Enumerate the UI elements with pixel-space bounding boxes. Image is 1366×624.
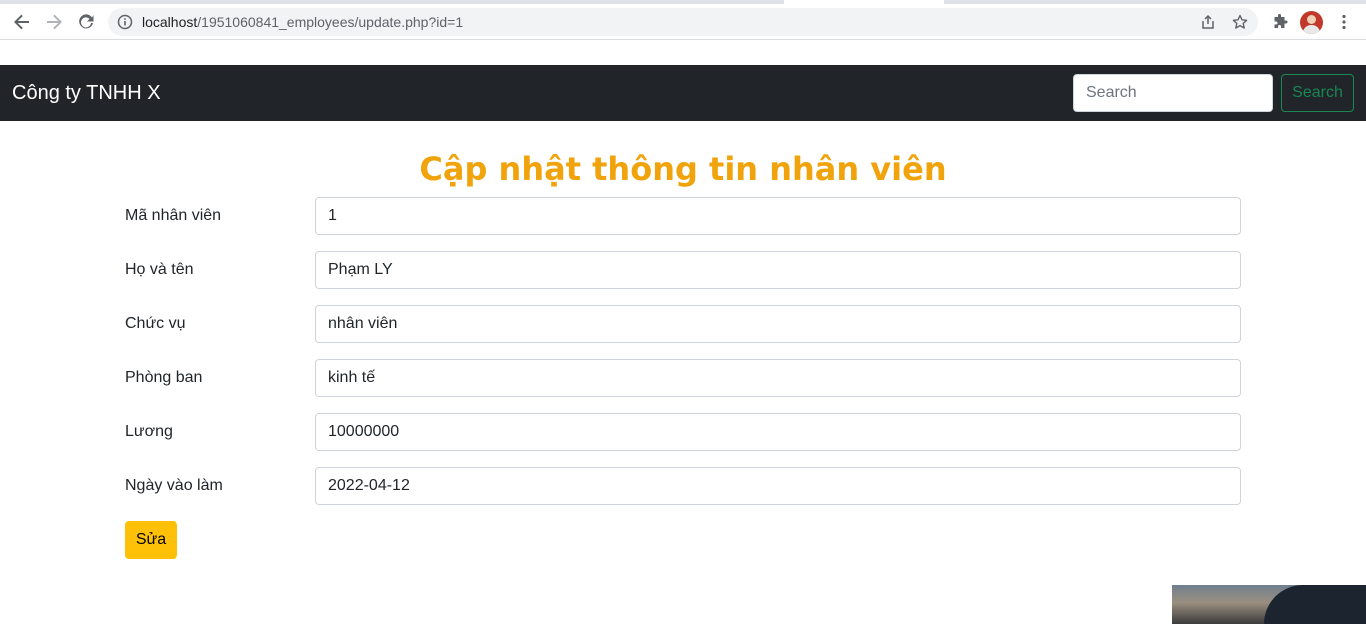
menu-dots-icon[interactable]	[1332, 10, 1356, 34]
form-row-position: Chức vụ	[125, 305, 1241, 343]
address-bar[interactable]: localhost/1951060841_employees/update.ph…	[108, 8, 1258, 36]
url-host: localhost	[142, 14, 198, 30]
extensions-icon[interactable]	[1268, 10, 1292, 34]
form-row-department: Phòng ban	[125, 359, 1241, 397]
star-icon[interactable]	[1230, 12, 1250, 32]
info-icon[interactable]	[116, 13, 134, 31]
back-arrow-icon[interactable]	[10, 10, 34, 34]
form-row-employee-id: Mã nhân viên	[125, 197, 1241, 235]
url-text: localhost/1951060841_employees/update.ph…	[142, 8, 463, 36]
department-label: Phòng ban	[125, 369, 203, 386]
search-input[interactable]	[1073, 74, 1273, 112]
form-row-salary: Lương	[125, 413, 1241, 451]
webcam-person	[1264, 585, 1366, 624]
update-button[interactable]: Sửa	[125, 521, 177, 559]
url-path: /1951060841_employees/update.php?id=1	[197, 14, 464, 30]
navbar: Công ty TNHH X Search	[0, 65, 1366, 121]
start-date-field[interactable]	[315, 467, 1241, 505]
employee-id-field[interactable]	[315, 197, 1241, 235]
position-field[interactable]	[315, 305, 1241, 343]
share-icon[interactable]	[1198, 12, 1218, 32]
full-name-label: Họ và tên	[125, 261, 194, 278]
salary-label: Lương	[125, 423, 173, 440]
start-date-label: Ngày vào làm	[125, 477, 223, 494]
browser-toolbar: localhost/1951060841_employees/update.ph…	[0, 4, 1366, 40]
navbar-brand[interactable]: Công ty TNHH X	[12, 65, 161, 121]
form-row-full-name: Họ và tên	[125, 251, 1241, 289]
salary-field[interactable]	[315, 413, 1241, 451]
employee-id-label: Mã nhân viên	[125, 207, 222, 224]
full-name-field[interactable]	[315, 251, 1241, 289]
search-button[interactable]: Search	[1281, 74, 1354, 112]
reload-icon[interactable]	[74, 10, 98, 34]
form-row-start-date: Ngày vào làm	[125, 467, 1241, 505]
position-label: Chức vụ	[125, 315, 186, 332]
forward-arrow-icon[interactable]	[42, 10, 66, 34]
department-field[interactable]	[315, 359, 1241, 397]
page-title: Cập nhật thông tin nhân viên	[419, 150, 947, 188]
webcam-overlay	[1172, 585, 1366, 624]
profile-avatar[interactable]	[1300, 11, 1323, 34]
